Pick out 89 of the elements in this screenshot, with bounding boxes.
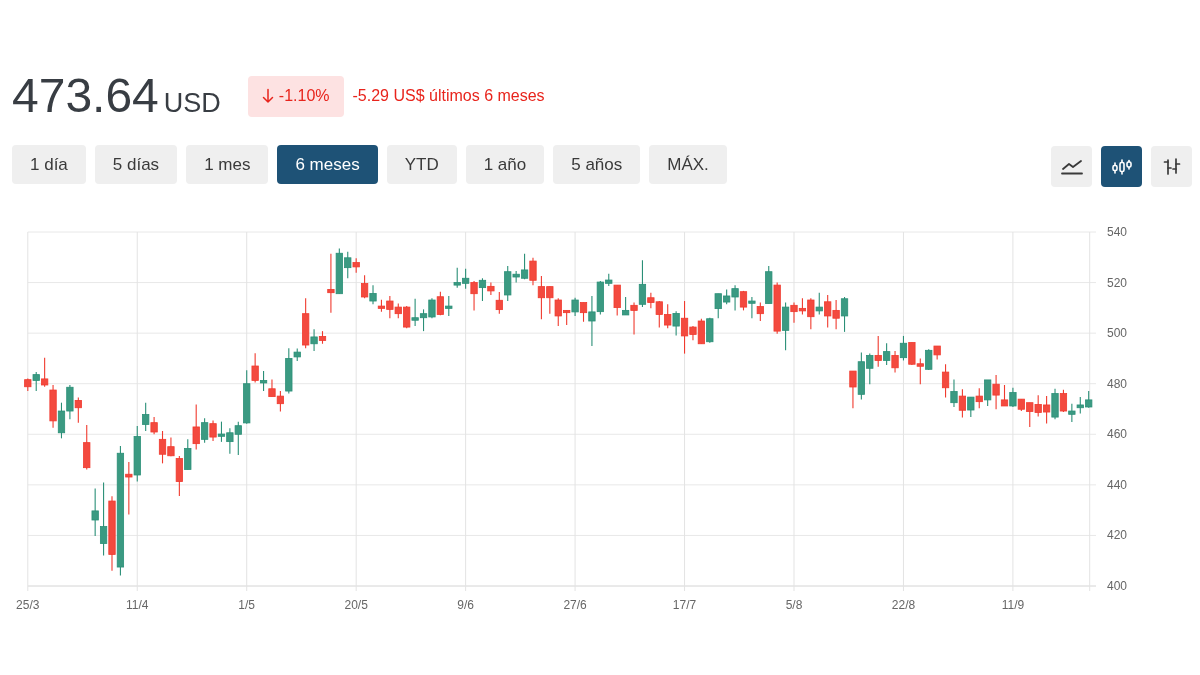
falling-candle [874,335,882,368]
x-axis-label: 17/7 [672,598,697,612]
falling-candle [302,297,310,349]
rising-candle [259,370,268,392]
rising-candle [883,342,891,366]
falling-candle [251,352,259,383]
line-chart-button[interactable] [1051,146,1092,187]
rising-candle [1051,388,1059,420]
x-axis-label: 5/8 [785,598,803,612]
arrow-down-icon [261,88,274,104]
falling-candle [192,403,200,450]
y-axis-label: 540 [1107,225,1128,239]
range-tab[interactable]: 1 año [465,145,545,184]
falling-candle [891,350,899,374]
rising-candle [57,402,66,439]
rising-candle [622,296,630,316]
ohlc-bars-icon [1162,158,1181,175]
rising-candle [748,296,756,319]
bar-chart-button[interactable] [1151,146,1192,187]
range-tab[interactable]: YTD [386,145,457,184]
rising-candle [201,417,209,444]
falling-candle [470,280,478,311]
change-percent: -1.10% [278,88,330,104]
rising-candle [967,396,975,418]
rising-candle [672,310,680,336]
rising-candle [445,295,453,317]
x-axis-label: 1/5 [238,598,256,612]
rising-candle [1009,387,1017,408]
x-axis-label: 20/5 [344,598,368,612]
x-axis-label: 9/6 [457,598,474,612]
falling-candle [933,345,941,360]
falling-candle [630,302,638,335]
y-axis-label: 520 [1107,275,1128,290]
range-tab[interactable]: 5 días [94,145,178,184]
x-axis-label: 27/6 [563,598,587,612]
falling-candle [613,284,621,316]
y-axis-label: 400 [1107,579,1128,593]
rising-candle [478,277,487,302]
rising-candle [184,438,192,470]
x-axis-label: 11/4 [126,598,149,612]
falling-candle [327,253,335,314]
rising-candle [840,296,849,333]
falling-candle [958,388,966,419]
x-axis-label: 11/9 [1001,598,1025,612]
y-axis-label: 480 [1107,376,1128,391]
price-value: 473.64 [12,72,159,120]
falling-candle [436,291,444,316]
y-axis-label: 420 [1107,528,1128,543]
y-axis-label: 500 [1107,326,1128,341]
rising-candle [925,348,933,371]
rising-candle [899,335,908,361]
rising-candle [950,378,958,408]
rising-candle [419,308,428,332]
falling-candle [318,330,327,345]
rising-candle [217,421,226,443]
falling-candle [1059,389,1068,413]
rising-candle [32,371,40,392]
range-tab[interactable]: 1 día [12,145,86,184]
rising-candle [571,297,579,317]
falling-candle [849,370,857,409]
falling-candle [209,419,217,442]
range-tab[interactable]: 1 mes [186,145,269,184]
rising-candle [984,379,992,407]
change-summary: -5.29 US$ últimos 6 meses [352,88,545,104]
falling-candle [125,461,133,515]
rising-candle [638,259,647,308]
line-chart-icon [1060,158,1083,175]
rising-candle [782,302,790,351]
range-tab[interactable]: MÁX. [649,145,727,184]
rising-candle [310,328,318,352]
falling-candle [739,290,748,311]
falling-candle [579,302,588,323]
falling-candle [756,302,764,322]
rising-candle [369,284,377,305]
candlestick-icon [1110,158,1133,175]
range-tab[interactable]: 5 años [553,145,641,184]
range-tab[interactable]: 6 meses [277,145,378,184]
candlestick-chart-button[interactable] [1101,146,1142,187]
currency-label: USD [163,90,221,117]
x-axis-label: 22/8 [891,598,916,612]
y-axis-label: 460 [1107,427,1128,442]
x-axis-label: 25/3 [16,598,40,612]
falling-candle [773,282,781,335]
rising-candle [765,265,773,305]
falling-candle [24,377,32,392]
y-axis-label: 440 [1107,477,1128,492]
falling-candle [941,363,950,399]
falling-candle [975,387,983,409]
rising-candle [815,292,823,315]
